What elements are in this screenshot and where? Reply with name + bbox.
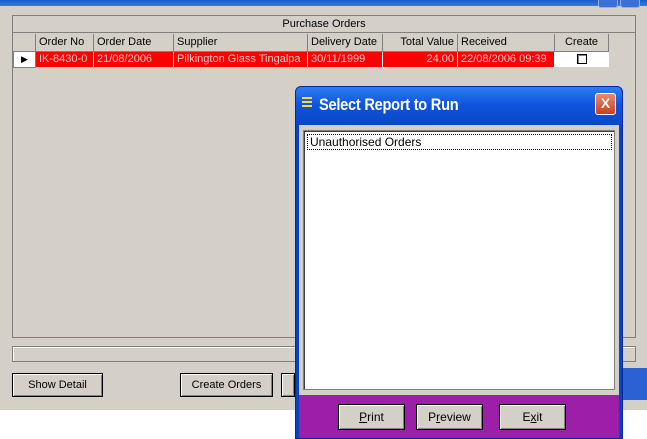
column-header-received[interactable]: Received xyxy=(457,34,555,52)
background-window-edge xyxy=(620,368,647,400)
column-header-order-no[interactable]: Order No xyxy=(35,34,94,52)
cell-total-value[interactable]: 24.00 xyxy=(382,51,458,67)
column-header-create[interactable]: Create xyxy=(554,34,609,52)
exit-label-start: E xyxy=(522,410,531,424)
dialog-title: Select Report to Run xyxy=(319,95,459,114)
maximize-button[interactable] xyxy=(620,0,640,8)
window-menu-icon[interactable] xyxy=(302,97,312,111)
cell-received[interactable]: 22/08/2006 09:39 xyxy=(457,51,555,67)
table-header-row: Order No Order Date Supplier Delivery Da… xyxy=(13,34,609,52)
row-indicator-header xyxy=(13,34,36,52)
minimize-button[interactable] xyxy=(598,0,618,8)
hidden-button-edge[interactable] xyxy=(281,373,295,397)
exit-label: it xyxy=(536,410,543,424)
column-header-order-date[interactable]: Order Date xyxy=(93,34,174,52)
exit-button[interactable]: Exit xyxy=(499,404,566,430)
dialog-title-bar[interactable]: Select Report to Run X xyxy=(296,87,622,125)
dialog-button-bar: Print Preview Exit xyxy=(299,395,619,438)
select-report-dialog: Select Report to Run X Unauthorised Orde… xyxy=(295,86,623,439)
print-mnemonic: P xyxy=(359,410,368,424)
preview-label-start: P xyxy=(428,410,437,424)
cell-order-date[interactable]: 21/08/2006 xyxy=(93,51,174,67)
print-button[interactable]: Print xyxy=(338,404,405,430)
cell-order-no[interactable]: IK-8430-0 xyxy=(35,51,94,67)
create-orders-button[interactable]: Create Orders xyxy=(180,373,273,397)
orders-table: Order No Order Date Supplier Delivery Da… xyxy=(13,34,609,68)
list-item[interactable]: Unauthorised Orders xyxy=(307,134,612,150)
create-checkbox[interactable] xyxy=(576,54,587,65)
preview-label: eview xyxy=(440,410,471,424)
print-label: rint xyxy=(367,410,384,424)
column-header-supplier[interactable]: Supplier xyxy=(173,34,308,52)
cell-delivery-date[interactable]: 30/11/1999 xyxy=(307,51,383,67)
cell-create[interactable] xyxy=(554,51,609,67)
grid-caption: Purchase Orders xyxy=(13,16,635,33)
column-header-delivery-date[interactable]: Delivery Date xyxy=(307,34,383,52)
report-list[interactable]: Unauthorised Orders xyxy=(303,130,615,390)
window-title-bar xyxy=(0,0,647,6)
show-detail-button[interactable]: Show Detail xyxy=(12,373,103,397)
cell-supplier[interactable]: Pilkington Glass Tingalpa xyxy=(173,51,308,67)
preview-button[interactable]: Preview xyxy=(416,404,483,430)
dialog-client-area: Unauthorised Orders xyxy=(299,125,619,395)
column-header-total-value[interactable]: Total Value xyxy=(382,34,458,52)
table-row[interactable]: ▶ IK-8430-0 21/08/2006 Pilkington Glass … xyxy=(13,50,609,68)
close-icon[interactable]: X xyxy=(595,93,616,115)
current-row-arrow-icon: ▶ xyxy=(13,50,36,68)
